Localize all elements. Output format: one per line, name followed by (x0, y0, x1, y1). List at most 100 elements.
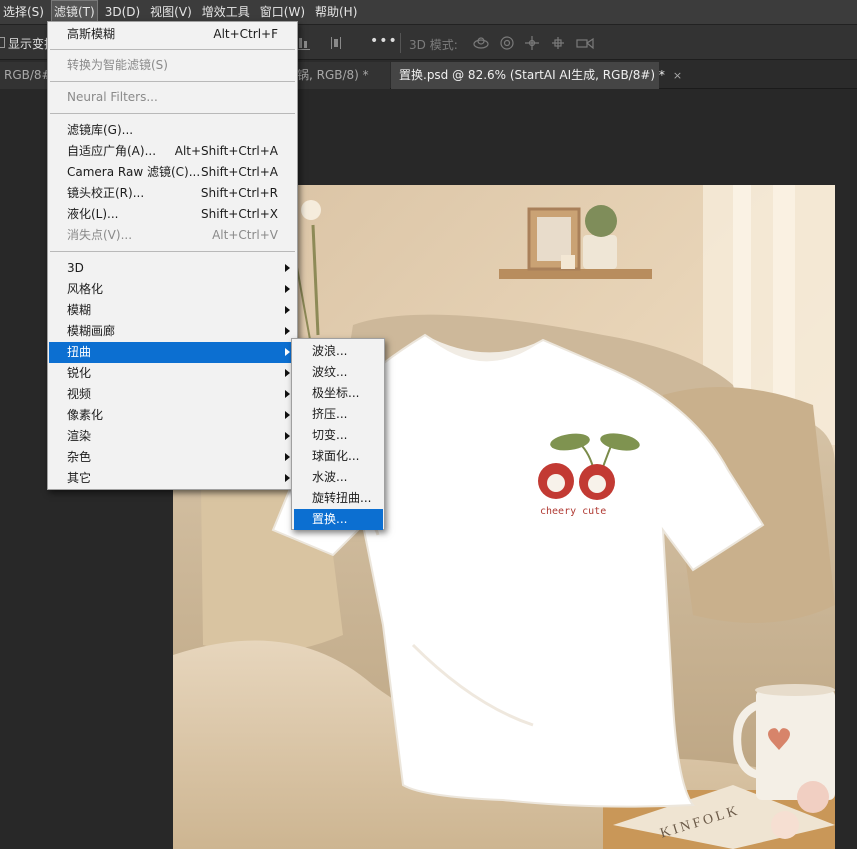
neural-filters-label: Neural Filters... (67, 90, 158, 104)
menu-item-3d[interactable]: 3D (49, 258, 296, 279)
menu-item-neural-filters[interactable]: Neural Filters... (49, 87, 296, 108)
menu-item-adaptive-wide-angle[interactable]: 自适应广角(A)... Alt+Shift+Ctrl+A (49, 141, 296, 162)
plant-pot (583, 235, 617, 269)
lens-correction-shortcut: Shift+Ctrl+R (200, 186, 278, 200)
last-filter-label: 高斯模糊 (67, 27, 116, 41)
menu-item-stylize[interactable]: 风格化 (49, 279, 296, 300)
filter-gallery-label: 滤镜库(G)... (67, 123, 134, 137)
submenu-blur-gallery-label: 模糊画廊 (67, 324, 116, 338)
menu-divider (50, 49, 295, 50)
distort-submenu: 波浪... 波纹... 极坐标... 挤压... 切变... 球面化... 水波… (291, 338, 385, 530)
tab-document-active[interactable]: 置换.psd @ 82.6% (StartAI AI生成, RGB/8#) * × (391, 62, 682, 89)
liquify-label: 液化(L)... (67, 207, 119, 221)
submenu-item-twirl[interactable]: 旋转扭曲... (294, 488, 383, 509)
slide-3d-icon[interactable] (550, 35, 566, 51)
menu-divider (50, 251, 295, 252)
submenu-noise-label: 杂色 (67, 450, 92, 464)
menu-item-distort[interactable]: 扭曲 (49, 342, 296, 363)
menu-item-render[interactable]: 渲染 (49, 426, 296, 447)
menu-item-noise[interactable]: 杂色 (49, 447, 296, 468)
print-text: cheery cute (540, 506, 606, 517)
polar-coordinates-label: 极坐标... (312, 386, 360, 400)
align-bottom-icon[interactable] (296, 35, 312, 51)
submenu-stylize-label: 风格化 (67, 282, 104, 296)
lens-correction-label: 镜头校正(R)... (67, 186, 145, 200)
ripple-label: 波纹... (312, 365, 348, 379)
menu-item-liquify[interactable]: 液化(L)... Shift+Ctrl+X (49, 204, 296, 225)
vanishing-point-shortcut: Alt+Ctrl+V (212, 228, 278, 242)
submenu-arrow-icon (285, 453, 290, 461)
submenu-distort-label: 扭曲 (67, 345, 92, 359)
submenu-item-ripple[interactable]: 波纹... (294, 362, 383, 383)
photoshop-window: 选择(S) 滤镜(T) 3D(D) 视图(V) 增效工具 窗口(W) 帮助(H)… (0, 0, 857, 849)
menu-item-camera-raw[interactable]: Camera Raw 滤镜(C)... Shift+Ctrl+A (49, 162, 296, 183)
submenu-render-label: 渲染 (67, 429, 92, 443)
vanishing-point-label: 消失点(V)... (67, 228, 133, 242)
orbit-3d-icon[interactable] (472, 35, 489, 51)
close-tab-icon[interactable]: × (673, 69, 682, 82)
menu-item-sharpen[interactable]: 锐化 (49, 363, 296, 384)
menu-item-lens-correction[interactable]: 镜头校正(R)... Shift+Ctrl+R (49, 183, 296, 204)
shear-label: 切变... (312, 428, 348, 442)
submenu-3d-label: 3D (67, 261, 84, 275)
submenu-sharpen-label: 锐化 (67, 366, 92, 380)
submenu-item-pinch[interactable]: 挤压... (294, 404, 383, 425)
submenu-blur-label: 模糊 (67, 303, 92, 317)
adaptive-wide-angle-label: 自适应广角(A)... (67, 144, 157, 158)
camera-raw-shortcut: Shift+Ctrl+A (201, 165, 278, 179)
tab-document-1[interactable]: RGB/8#) (0, 62, 56, 89)
menu-item-filter-gallery[interactable]: 滤镜库(G)... (49, 120, 296, 141)
submenu-item-polar-coordinates[interactable]: 极坐标... (294, 383, 383, 404)
menu-item-convert-smart-filter[interactable]: 转换为智能滤镜(S) (49, 55, 296, 76)
menu-item-video[interactable]: 视频 (49, 384, 296, 405)
submenu-item-displace[interactable]: 置换... (294, 509, 383, 530)
menu-item-last-filter[interactable]: 高斯模糊 Alt+Ctrl+F (49, 24, 296, 45)
more-options-button[interactable]: ••• (370, 33, 398, 49)
mode-3d-label: 3D 模式: (409, 38, 458, 52)
scale-3d-icon[interactable] (576, 35, 594, 51)
roll-3d-icon[interactable] (499, 35, 515, 51)
twirl-label: 旋转扭曲... (312, 491, 372, 505)
submenu-item-shear[interactable]: 切变... (294, 425, 383, 446)
zigzag-label: 水波... (312, 470, 348, 484)
menu-item-vanishing-point[interactable]: 消失点(V)... Alt+Ctrl+V (49, 225, 296, 246)
menu-divider (50, 113, 295, 114)
spherize-label: 球面化... (312, 449, 360, 463)
tab-document-2-title: 锅, RGB/8) * (297, 68, 369, 82)
distribute-icon[interactable] (328, 35, 344, 51)
menu-help[interactable]: 帮助(H) (312, 0, 360, 24)
show-transform-checkbox[interactable] (0, 37, 5, 48)
toolbar-divider (400, 33, 401, 53)
submenu-item-spherize[interactable]: 球面化... (294, 446, 383, 467)
displace-label: 置换... (312, 512, 348, 526)
liquify-shortcut: Shift+Ctrl+X (201, 207, 278, 221)
submenu-item-zigzag[interactable]: 水波... (294, 467, 383, 488)
tab-document-2[interactable]: 锅, RGB/8) * (288, 62, 390, 89)
menu-select[interactable]: 选择(S) (0, 0, 47, 24)
menu-divider (50, 81, 295, 82)
submenu-arrow-icon (285, 432, 290, 440)
submenu-arrow-icon (285, 474, 290, 482)
submenu-arrow-icon (285, 327, 290, 335)
submenu-item-wave[interactable]: 波浪... (294, 341, 383, 362)
submenu-arrow-icon (285, 306, 290, 314)
camera-raw-label: Camera Raw 滤镜(C)... (67, 165, 201, 179)
submenu-arrow-icon (285, 348, 290, 356)
submenu-arrow-icon (285, 264, 290, 272)
pan-3d-icon[interactable] (524, 35, 540, 51)
convert-smart-label: 转换为智能滤镜(S) (67, 58, 168, 72)
submenu-arrow-icon (285, 390, 290, 398)
last-filter-shortcut: Alt+Ctrl+F (213, 27, 278, 41)
submenu-pixelate-label: 像素化 (67, 408, 104, 422)
coffee-mug (756, 690, 835, 800)
menu-item-other[interactable]: 其它 (49, 468, 296, 489)
submenu-video-label: 视频 (67, 387, 92, 401)
menu-item-pixelate[interactable]: 像素化 (49, 405, 296, 426)
tab-active-title: 置换.psd @ 82.6% (StartAI AI生成, RGB/8#) * (399, 68, 665, 82)
menu-item-blur[interactable]: 模糊 (49, 300, 296, 321)
menu-item-blur-gallery[interactable]: 模糊画廊 (49, 321, 296, 342)
submenu-arrow-icon (285, 411, 290, 419)
adaptive-wide-angle-shortcut: Alt+Shift+Ctrl+A (174, 144, 278, 158)
submenu-arrow-icon (285, 285, 290, 293)
pinch-label: 挤压... (312, 407, 348, 421)
